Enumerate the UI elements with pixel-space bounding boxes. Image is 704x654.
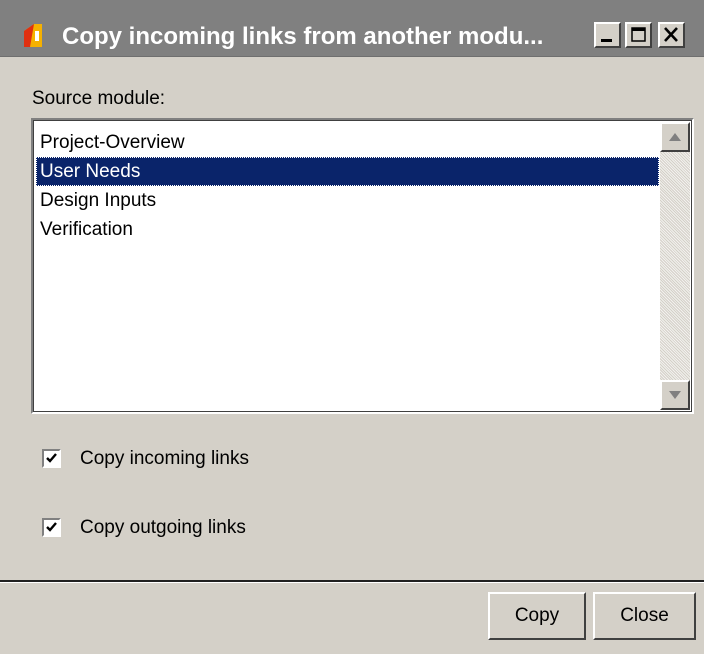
title-bar[interactable]: Copy incoming links from another modu... [0, 0, 704, 57]
checkmark-icon [46, 522, 57, 532]
list-item-verification[interactable]: Verification [36, 215, 659, 244]
divider [0, 580, 704, 583]
close-window-button[interactable] [658, 22, 685, 48]
vertical-scrollbar[interactable] [660, 122, 690, 410]
copy-button[interactable]: Copy [488, 592, 586, 640]
app-logo-icon [22, 23, 44, 47]
list-item-user-needs[interactable]: User Needs [36, 157, 659, 186]
source-module-label: Source module: [32, 88, 166, 109]
list-item-project-overview[interactable]: Project-Overview [36, 128, 659, 157]
copy-incoming-label: Copy incoming links [80, 448, 249, 469]
scroll-down-button[interactable] [660, 380, 690, 410]
window-title: Copy incoming links from another modu... [62, 23, 544, 50]
close-button[interactable]: Close [593, 592, 696, 640]
scroll-up-button[interactable] [660, 122, 690, 152]
copy-outgoing-label: Copy outgoing links [80, 517, 246, 538]
copy-outgoing-checkbox[interactable] [42, 518, 61, 537]
list-items: Project-Overview User Needs Design Input… [36, 128, 659, 244]
source-module-list[interactable]: Project-Overview User Needs Design Input… [31, 118, 694, 414]
maximize-button[interactable] [625, 22, 652, 48]
checkmark-icon [46, 453, 57, 463]
minimize-button[interactable] [594, 22, 621, 48]
list-item-design-inputs[interactable]: Design Inputs [36, 186, 659, 215]
copy-incoming-checkbox[interactable] [42, 449, 61, 468]
